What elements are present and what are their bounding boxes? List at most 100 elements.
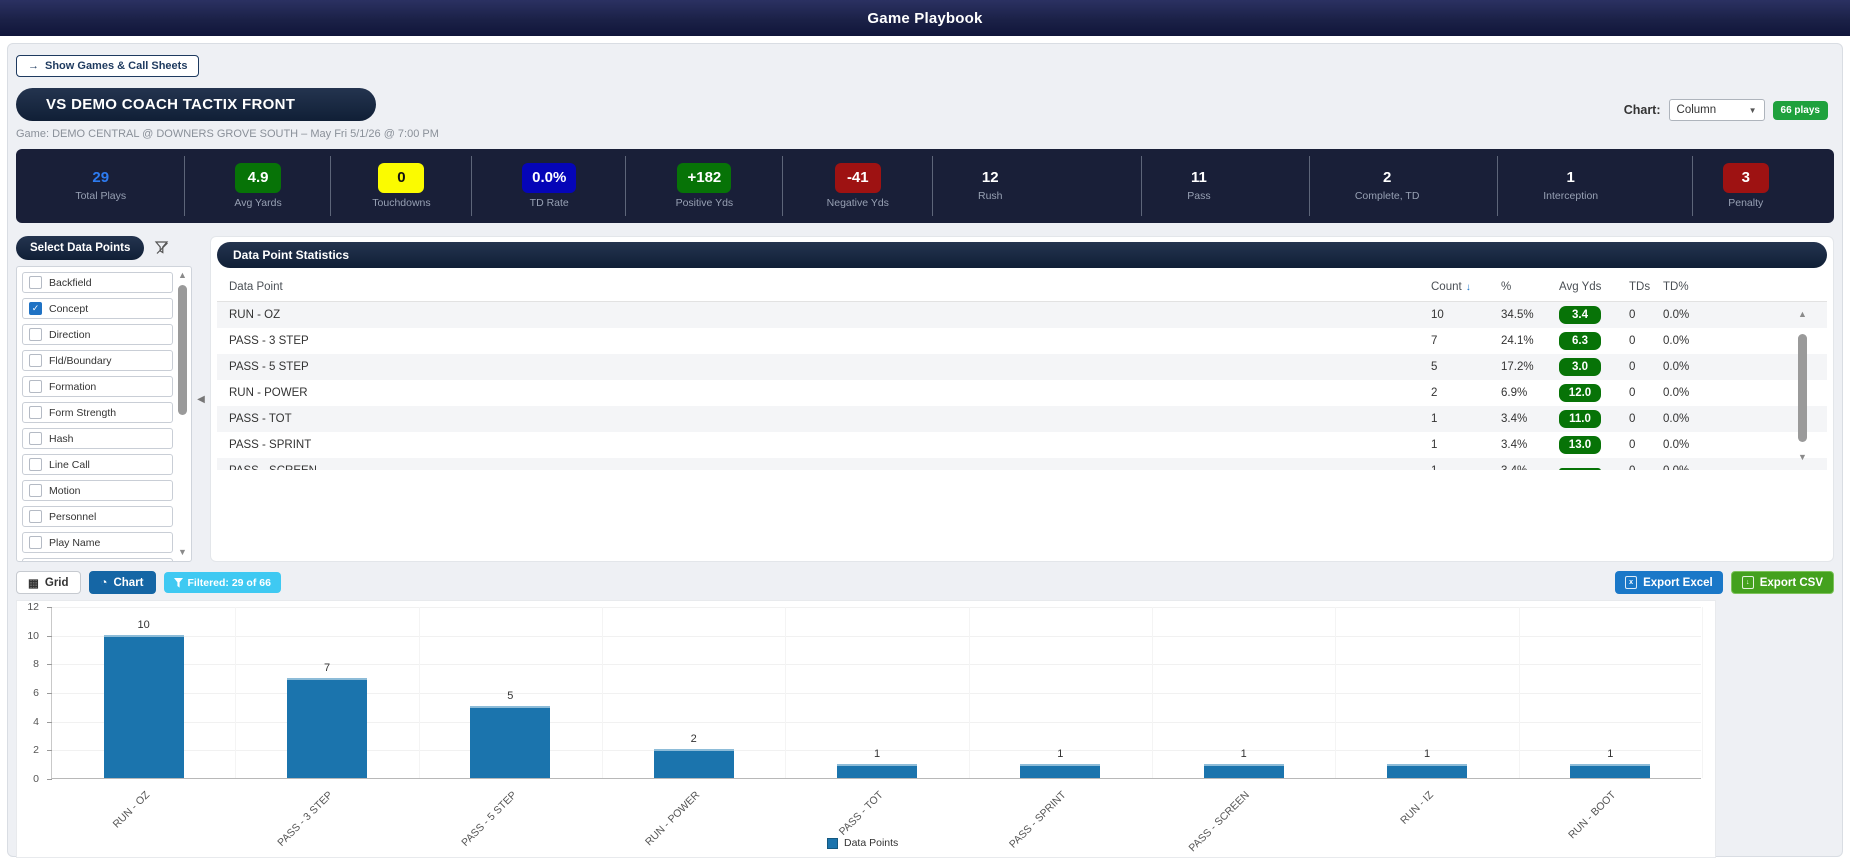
- x-axis-label: PASS - TOT: [837, 789, 886, 838]
- main-card: → Show Games & Call Sheets VS DEMO COACH…: [7, 43, 1843, 857]
- sidebar-splitter[interactable]: ◀: [192, 236, 210, 562]
- bar-run-power[interactable]: [654, 749, 734, 778]
- stat-label: Rush: [978, 190, 1003, 202]
- show-games-button[interactable]: → Show Games & Call Sheets: [16, 55, 199, 77]
- sidebar-item-direction[interactable]: Direction: [22, 324, 173, 345]
- sidebar-scrollbar[interactable]: ▲ ▼: [176, 269, 189, 559]
- sidebar-item-formation[interactable]: Formation: [22, 376, 173, 397]
- collapse-sidebar-icon[interactable]: ◀: [197, 394, 205, 405]
- stat-tile-pass: 11Pass: [1142, 149, 1310, 223]
- sidebar-item-play-type[interactable]: Play Type: [22, 558, 173, 562]
- sidebar-item-motion[interactable]: Motion: [22, 480, 173, 501]
- gridline: [52, 607, 1701, 608]
- legend-swatch: [827, 838, 838, 849]
- checkbox-icon[interactable]: [29, 458, 42, 471]
- plays-count-badge: 66 plays: [1773, 101, 1828, 120]
- col-pct[interactable]: %: [1497, 281, 1555, 293]
- sidebar-item-label: Concept: [49, 303, 88, 315]
- data-points-list: Backfield Concept Direction Fld/Boundary For…: [16, 266, 192, 562]
- bar-value-label: 5: [470, 690, 550, 702]
- chart-view-button[interactable]: ◔ Chart: [89, 571, 156, 594]
- scroll-up-icon[interactable]: ▲: [1796, 308, 1809, 321]
- checkbox-icon[interactable]: [29, 380, 42, 393]
- table-row[interactable]: PASS - SCREEN13.4%00.0%: [217, 458, 1827, 470]
- bar-pass-tot[interactable]: [837, 764, 917, 778]
- x-axis-label: PASS - SCREEN: [1187, 789, 1252, 854]
- scrollbar-thumb[interactable]: [1798, 334, 1807, 442]
- scroll-down-icon[interactable]: ▼: [1796, 451, 1809, 464]
- col-tds[interactable]: TDs: [1625, 281, 1659, 293]
- sidebar-item-label: Personnel: [49, 511, 96, 523]
- col-td-pct[interactable]: TD%: [1659, 281, 1739, 293]
- clear-filter-icon[interactable]: [154, 240, 170, 256]
- stat-tile-total-plays: 29Total Plays: [16, 149, 185, 223]
- bar-pass-sprint[interactable]: [1020, 764, 1100, 778]
- chart-type-value: Column: [1677, 104, 1717, 116]
- gridline: [52, 636, 1701, 637]
- y-tick-label: 6: [17, 687, 39, 699]
- col-count[interactable]: Count↓: [1427, 281, 1497, 293]
- bar-value-label: 1: [1204, 748, 1284, 760]
- bar-pass-3-step[interactable]: [287, 678, 367, 778]
- checkbox-icon[interactable]: [29, 328, 42, 341]
- bar-run-iz[interactable]: [1387, 764, 1467, 778]
- avg-yds-badge: [1559, 468, 1601, 470]
- sidebar-item-concept[interactable]: Concept: [22, 298, 173, 319]
- stat-tile-positive-yds: +182Positive Yds: [626, 149, 782, 223]
- sidebar-item-line-call[interactable]: Line Call: [22, 454, 173, 475]
- chart-type-select[interactable]: Column ▼: [1669, 99, 1765, 121]
- checkbox-icon[interactable]: [29, 536, 42, 549]
- table-header-row: Data Point Count↓ % Avg Yds TDs TD%: [217, 272, 1827, 302]
- x-axis-label: PASS - SPRINT: [1007, 789, 1069, 851]
- col-avg-yds[interactable]: Avg Yds: [1555, 281, 1625, 293]
- x-axis-label: RUN - BOOT: [1567, 789, 1619, 841]
- statistics-panel: Data Point Statistics Data Point Count↓ …: [210, 236, 1834, 562]
- sidebar-item-label: Fld/Boundary: [49, 355, 111, 367]
- bar-value-label: 10: [104, 619, 184, 631]
- checkbox-icon[interactable]: [29, 484, 42, 497]
- sidebar-item-hash[interactable]: Hash: [22, 428, 173, 449]
- export-csv-button[interactable]: ↓ Export CSV: [1731, 571, 1834, 594]
- checkbox-icon[interactable]: [29, 276, 42, 289]
- table-row[interactable]: PASS - TOT13.4%11.000.0%: [217, 406, 1827, 432]
- bar-run-boot[interactable]: [1570, 764, 1650, 778]
- filtered-badge[interactable]: Filtered: 29 of 66: [164, 572, 281, 593]
- stat-value: -41: [835, 163, 881, 194]
- bar-pass-screen[interactable]: [1204, 764, 1284, 778]
- chart-legend[interactable]: Data Points: [827, 837, 898, 849]
- bar-run-oz[interactable]: [104, 635, 184, 778]
- funnel-icon: [174, 578, 183, 588]
- checkbox-icon[interactable]: [29, 406, 42, 419]
- sidebar-item-backfield[interactable]: Backfield: [22, 272, 173, 293]
- avg-yds-badge: 12.0: [1559, 384, 1601, 402]
- checkbox-icon[interactable]: [29, 354, 42, 367]
- avg-yds-badge: 13.0: [1559, 436, 1601, 454]
- avg-yds-badge: 6.3: [1559, 332, 1601, 350]
- sidebar-item-form-strength[interactable]: Form Strength: [22, 402, 173, 423]
- scrollbar-thumb[interactable]: [178, 285, 187, 415]
- select-data-points-button[interactable]: Select Data Points: [16, 236, 144, 260]
- checkbox-checked-icon[interactable]: [29, 302, 42, 315]
- checkbox-icon[interactable]: [29, 510, 42, 523]
- scroll-up-icon[interactable]: ▲: [176, 269, 189, 282]
- bar-pass-5-step[interactable]: [470, 706, 550, 778]
- stat-tile-rush: 12Rush: [933, 149, 1142, 223]
- scroll-down-icon[interactable]: ▼: [176, 546, 189, 559]
- stat-value: 11: [1187, 170, 1210, 187]
- sidebar-item-personnel[interactable]: Personnel: [22, 506, 173, 527]
- col-data-point[interactable]: Data Point: [217, 281, 1427, 293]
- export-excel-button[interactable]: x Export Excel: [1615, 571, 1723, 594]
- checkbox-icon[interactable]: [29, 432, 42, 445]
- table-row[interactable]: RUN - OZ1034.5%3.400.0%: [217, 302, 1827, 328]
- table-scrollbar[interactable]: ▲ ▼: [1796, 308, 1809, 464]
- grid-view-button[interactable]: ▦ Grid: [16, 571, 81, 594]
- sidebar-item-play-name[interactable]: Play Name: [22, 532, 173, 553]
- table-row[interactable]: PASS - 5 STEP517.2%3.000.0%: [217, 354, 1827, 380]
- table-row[interactable]: RUN - POWER26.9%12.000.0%: [217, 380, 1827, 406]
- table-row[interactable]: PASS - SPRINT13.4%13.000.0%: [217, 432, 1827, 458]
- sidebar-item-label: Motion: [49, 485, 81, 497]
- chart-picker-label: Chart:: [1624, 103, 1661, 117]
- sidebar-item-fld-boundary[interactable]: Fld/Boundary: [22, 350, 173, 371]
- stat-tile-interception: 1Interception: [1498, 149, 1693, 223]
- table-row[interactable]: PASS - 3 STEP724.1%6.300.0%: [217, 328, 1827, 354]
